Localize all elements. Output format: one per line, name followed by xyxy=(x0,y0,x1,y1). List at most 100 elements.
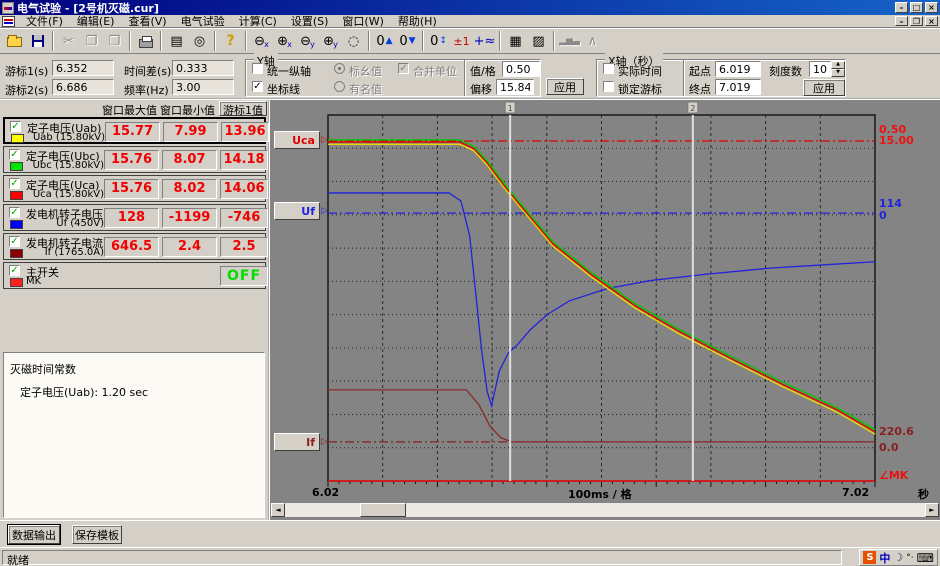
ime-punctuation-icon[interactable]: °· xyxy=(906,553,913,563)
control-bar: 游标1(s) 6.352 时间差(s) 0.333 游标2(s) 6.686 频… xyxy=(0,54,940,100)
signal-row-mk[interactable]: 主开关 MK OFF xyxy=(3,262,266,289)
grid-off-button[interactable]: ▨ xyxy=(527,30,550,52)
save-floppy-icon xyxy=(32,35,44,47)
unit-axis-button[interactable]: ±1 xyxy=(450,30,473,52)
waveform-chart[interactable]: 12 Uca▷Uf▷If▷0.5015.001140220.60.0∠MK 6.… xyxy=(270,100,940,520)
print-button[interactable] xyxy=(134,30,157,52)
divisions-spinner[interactable]: ▲▼ xyxy=(831,61,845,77)
x-axis-apply-button[interactable]: 应用 xyxy=(803,79,845,96)
axis-value-label: ∠MK xyxy=(879,469,908,482)
signal-row-uca[interactable]: 定子电压(Uca) Uca (15.80kV) 15.76 8.02 14.06 xyxy=(3,175,266,202)
unify-y-label: 统一纵轴 xyxy=(267,63,311,79)
result-title: 灭磁时间常数 xyxy=(10,361,258,377)
ime-keyboard-icon[interactable]: ⌨ xyxy=(917,551,934,565)
signal-row-if[interactable]: 发电机转子电流 If (1765.0A) 646.5 2.4 2.5 xyxy=(3,233,266,260)
toolbar-separator xyxy=(422,31,424,51)
menu-edit[interactable]: 编辑(E) xyxy=(70,15,122,28)
signal-uca-checkbox[interactable] xyxy=(9,178,20,189)
unify-y-checkbox[interactable] xyxy=(252,63,263,74)
scroll-track[interactable] xyxy=(285,503,925,517)
maximize-button[interactable]: □ xyxy=(910,2,923,13)
mdi-minimize-button[interactable]: – xyxy=(895,16,908,26)
signal-row-uab[interactable]: 定子电压(Uab) Uab (15.80kV) 15.77 7.99 13.96 xyxy=(3,117,266,144)
group-divider xyxy=(683,60,685,96)
select-zoom-button[interactable]: ◎ xyxy=(188,30,211,52)
signal-color-swatch xyxy=(10,191,23,200)
shift-up-button[interactable]: 0▲ xyxy=(373,30,396,52)
cursor2-value: 6.686 xyxy=(52,79,114,95)
cursor2-label: 游标2(s) xyxy=(5,82,48,98)
properties-button[interactable]: ▤ xyxy=(165,30,188,52)
cursor1-value: 14.06 xyxy=(220,179,268,199)
x-axis-group: X轴（秒） 实际时间 锁定游标 起点 终点 刻度数 ▲▼ 应用 xyxy=(596,59,846,97)
menu-view[interactable]: 查看(V) xyxy=(121,15,173,28)
histogram-button[interactable]: ▂▅▃ xyxy=(558,30,581,52)
y-axis-apply-button[interactable]: 应用 xyxy=(546,78,584,95)
copy-button[interactable]: ❐ xyxy=(80,30,103,52)
start-input[interactable] xyxy=(715,61,761,77)
shift-down-icon: 0 xyxy=(399,34,407,49)
value-per-grid-input[interactable] xyxy=(502,61,540,77)
signal-row-uf[interactable]: 发电机转子电压 Uf (450V) 128 -1199 -746 xyxy=(3,204,266,231)
merge-unit-checkbox[interactable] xyxy=(398,63,409,74)
spin-down-icon[interactable]: ▼ xyxy=(831,69,845,77)
menu-settings[interactable]: 设置(S) xyxy=(284,15,336,28)
cursor1-value-button[interactable]: 游标1值 xyxy=(219,101,267,116)
data-export-button[interactable]: 数据输出 xyxy=(8,525,60,544)
spin-up-icon[interactable]: ▲ xyxy=(831,61,845,69)
minimize-button[interactable]: – xyxy=(895,2,908,13)
horizontal-scrollbar[interactable]: ◄ ► xyxy=(271,503,939,517)
signal-ubc-checkbox[interactable] xyxy=(9,149,20,160)
cut-button[interactable]: ✂ xyxy=(57,30,80,52)
curve-tag-if[interactable]: If▷ xyxy=(274,433,320,451)
menu-file[interactable]: 文件(F) xyxy=(19,15,70,28)
close-button[interactable]: × xyxy=(925,2,938,13)
gridlines-checkbox[interactable] xyxy=(252,81,263,92)
grid-on-button[interactable]: ▦ xyxy=(504,30,527,52)
lock-cursor-checkbox[interactable] xyxy=(603,81,614,92)
save-template-button[interactable]: 保存模板 xyxy=(72,525,122,544)
scroll-thumb[interactable] xyxy=(360,503,406,517)
mdi-restore-button[interactable]: ❐ xyxy=(910,16,923,26)
scroll-right-button[interactable]: ► xyxy=(925,503,939,517)
curve-tag-uf[interactable]: Uf▷ xyxy=(274,202,320,220)
add-curve-button[interactable]: +≈ xyxy=(473,30,496,52)
perunit-radio[interactable] xyxy=(334,63,345,74)
signal-row-ubc[interactable]: 定子电压(Ubc) Ubc (15.80kV) 15.76 8.07 14.18 xyxy=(3,146,266,173)
up-arrow-icon: ▲ xyxy=(386,36,393,46)
help-button[interactable]: ? xyxy=(219,30,242,52)
offset-input[interactable] xyxy=(496,79,534,95)
divisions-input[interactable] xyxy=(809,61,831,77)
zoom-in-x-button[interactable]: ⊕x xyxy=(273,30,296,52)
curve-tag-uca[interactable]: Uca▷ xyxy=(274,131,320,149)
ime-logo-icon[interactable]: S xyxy=(863,551,876,564)
named-value-radio[interactable] xyxy=(334,81,345,92)
real-time-checkbox[interactable] xyxy=(603,63,614,74)
menu-electric-test[interactable]: 电气试验 xyxy=(174,15,232,28)
signal-if-checkbox[interactable] xyxy=(9,236,20,247)
menu-window[interactable]: 窗口(W) xyxy=(335,15,390,28)
save-button[interactable] xyxy=(26,30,49,52)
end-input[interactable] xyxy=(715,79,761,95)
shift-down-button[interactable]: 0▼ xyxy=(396,30,419,52)
signal-uab-checkbox[interactable] xyxy=(10,121,21,132)
ime-shape-mode-icon[interactable]: ☽ xyxy=(893,551,903,564)
menu-calc[interactable]: 计算(C) xyxy=(232,15,284,28)
mdi-close-button[interactable]: × xyxy=(925,16,938,26)
zoom-window-button[interactable]: ◌ xyxy=(342,30,365,52)
signal-mk-checkbox[interactable] xyxy=(9,265,20,276)
paste-button[interactable]: ❒ xyxy=(103,30,126,52)
zero-axis-button[interactable]: 0↕ xyxy=(427,30,450,52)
scroll-left-button[interactable]: ◄ xyxy=(271,503,285,517)
ime-language-icon[interactable]: 中 xyxy=(879,550,890,566)
zoom-out-y-button[interactable]: ⊖y xyxy=(296,30,319,52)
signal-uf-checkbox[interactable] xyxy=(9,207,20,218)
open-button[interactable] xyxy=(3,30,26,52)
document-icon[interactable] xyxy=(2,16,15,27)
lock-cursor-label: 锁定游标 xyxy=(618,81,662,97)
chart-canvas[interactable]: 12 xyxy=(270,100,940,520)
menu-help[interactable]: 帮助(H) xyxy=(391,15,444,28)
zoom-in-y-button[interactable]: ⊕y xyxy=(319,30,342,52)
tools-button[interactable]: ∧ xyxy=(581,30,604,52)
zoom-out-x-button[interactable]: ⊖x xyxy=(250,30,273,52)
